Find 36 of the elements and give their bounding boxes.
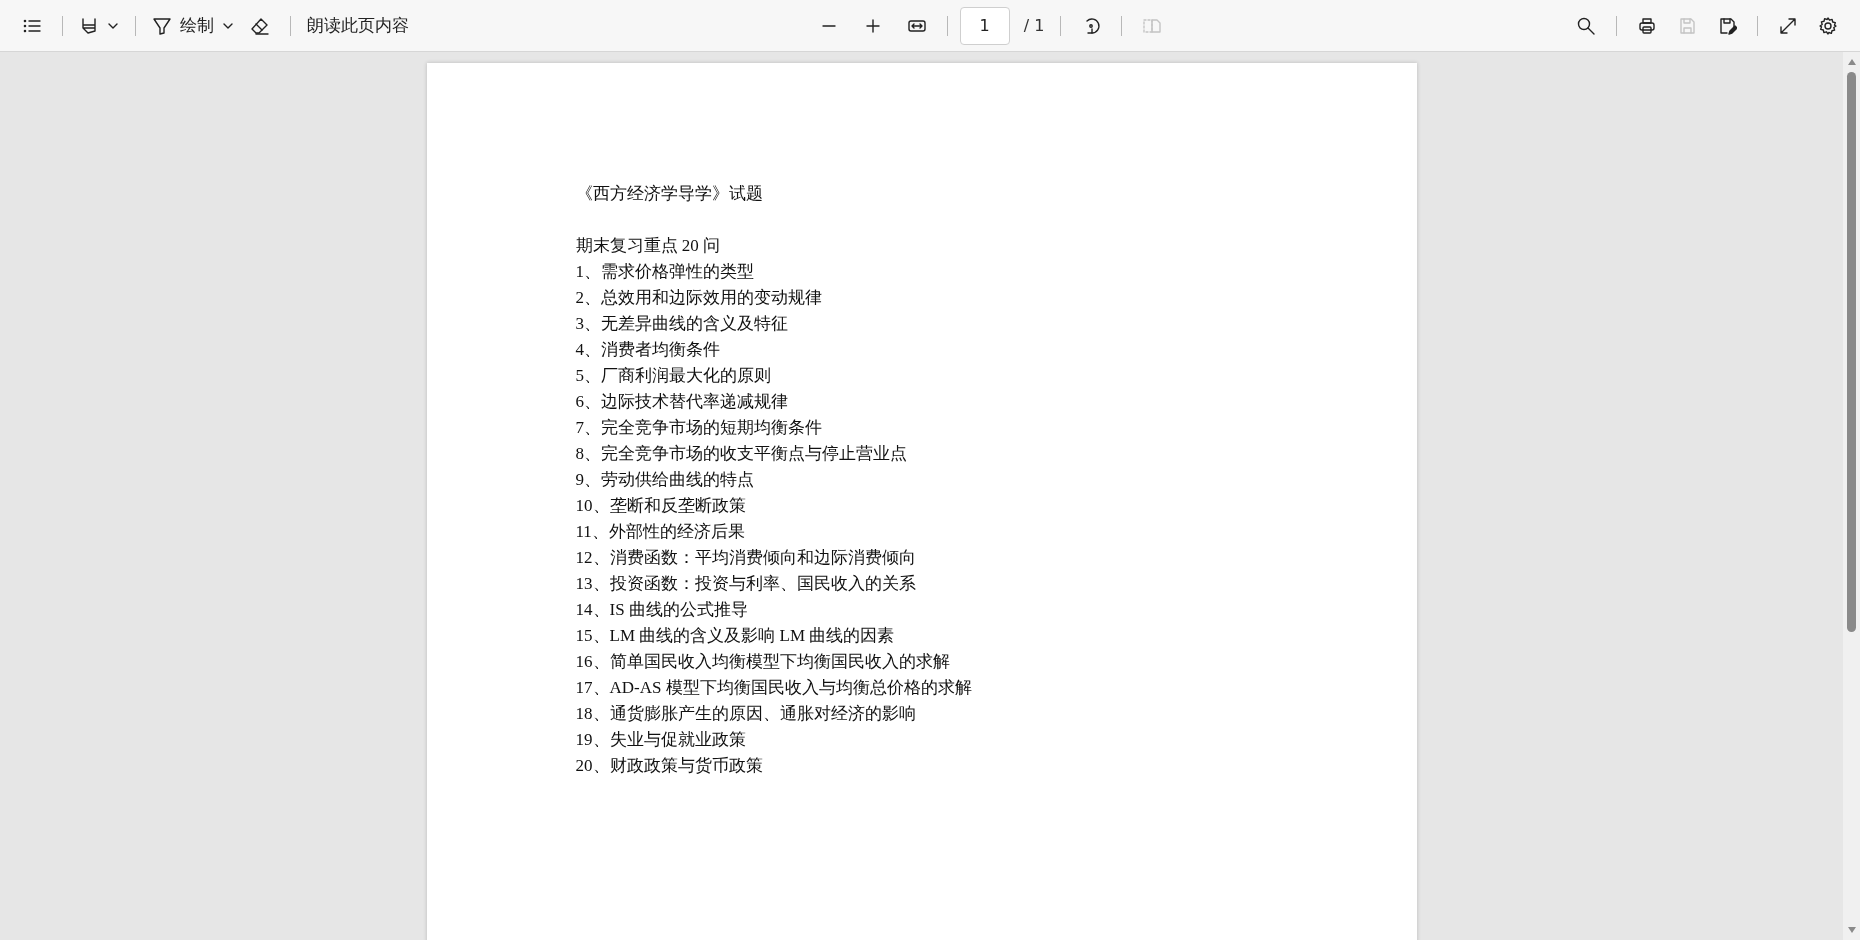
floppy-disk-pen-icon xyxy=(1717,15,1737,36)
question-item: 11、外部性的经济后果 xyxy=(575,521,746,543)
question-item: 19、失业与促就业政策 xyxy=(575,729,747,751)
question-item: 10、垄断和反垄断政策 xyxy=(575,495,747,517)
scroll-up-icon[interactable] xyxy=(1846,58,1857,66)
document-subtitle: 期末复习重点 20 问 xyxy=(575,235,721,257)
question-item: 20、财政政策与货币政策 xyxy=(575,755,764,777)
question-item: 5、厂商利润最大化的原则 xyxy=(575,365,772,387)
question-item: 2、总效用和边际效用的变动规律 xyxy=(575,287,823,309)
scrollbar-thumb[interactable] xyxy=(1847,72,1856,632)
question-item: 16、简单国民收入均衡模型下均衡国民收入的求解 xyxy=(575,651,951,673)
printer-icon xyxy=(1637,15,1657,36)
question-item: 7、完全竞争市场的短期均衡条件 xyxy=(575,417,823,439)
question-item: 4、消费者均衡条件 xyxy=(575,339,721,361)
question-item: 6、边际技术替代率递减规律 xyxy=(575,391,789,413)
highlighter-icon xyxy=(79,15,99,36)
question-item: 15、LM 曲线的含义及影响 LM 曲线的因素 xyxy=(575,625,896,647)
question-item: 17、AD-AS 模型下均衡国民收入与均衡总价格的求解 xyxy=(575,677,973,699)
document-title: 《西方经济学导学》试题 xyxy=(575,183,764,205)
search-icon xyxy=(1576,15,1596,36)
expand-arrow-icon xyxy=(1778,15,1798,36)
question-item: 14、IS 曲线的公式推导 xyxy=(575,599,749,621)
minus-icon xyxy=(821,24,836,27)
read-aloud-button[interactable]: 朗读此页内容 xyxy=(301,7,415,44)
page-count: / 1 xyxy=(1023,16,1045,35)
question-item: 8、完全竞争市场的收支平衡点与停止营业点 xyxy=(575,443,908,465)
question-item: 13、投资函数：投资与利率、国民收入的关系 xyxy=(575,573,917,595)
scroll-down-icon[interactable] xyxy=(1846,926,1857,934)
question-item: 9、劳动供给曲线的特点 xyxy=(575,469,755,491)
question-item: 1、需求价格弹性的类型 xyxy=(575,261,755,283)
question-item: 3、无差异曲线的含义及特征 xyxy=(575,313,789,335)
settings-icon xyxy=(1818,15,1838,36)
question-item: 12、消费函数：平均消费倾向和边际消费倾向 xyxy=(575,547,917,569)
page-number-field[interactable]: 1 xyxy=(959,6,1010,45)
question-item: 18、通货膨胀产生的原因、通胀对经济的影响 xyxy=(575,703,917,725)
draw-button[interactable]: 绘制 xyxy=(146,7,240,44)
